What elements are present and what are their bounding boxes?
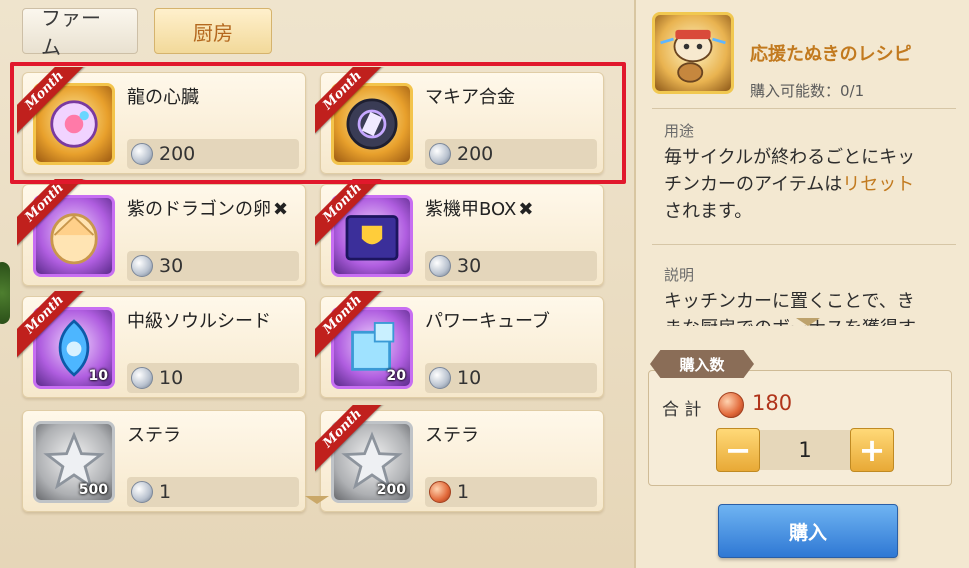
- shop-item-card[interactable]: 500 ステラ 1: [22, 410, 306, 512]
- month-ribbon: Month: [17, 179, 87, 249]
- month-ribbon: Month: [17, 291, 87, 361]
- shop-item-card[interactable]: 10 Month 中級ソウルシード 10: [17, 291, 306, 398]
- recipe-item-thumb: [652, 12, 734, 94]
- shop-screen: ファーム 厨房 Month 龍の心臓 200 Month マキア合金 200 Month 紫の…: [0, 0, 969, 568]
- item-price: 1: [425, 477, 597, 507]
- item-name: 中級ソウルシード: [127, 311, 271, 332]
- month-ribbon: Month: [315, 179, 385, 249]
- tanuki-recipe-icon: [660, 29, 726, 83]
- divider: [652, 244, 956, 245]
- item-name: 紫のドラゴンの卵 ✖: [127, 199, 289, 220]
- scroll-down-icon[interactable]: [305, 496, 329, 504]
- unavailable-mark-icon: ✖: [518, 199, 534, 220]
- selection-highlight: [10, 62, 626, 184]
- recipe-title: 応援たぬきのレシピ: [750, 44, 912, 65]
- silver-coin-icon: [131, 255, 153, 277]
- shop-item-card[interactable]: 20 Month パワーキューブ 10: [315, 291, 604, 398]
- total-label: 合 計: [662, 400, 702, 420]
- silver-coin-icon: [429, 255, 451, 277]
- reset-highlight: リセット: [842, 174, 915, 195]
- copper-coin-icon: [429, 481, 451, 503]
- shop-item-card[interactable]: 200 Month ステラ 1: [315, 405, 604, 512]
- item-price: 1: [127, 477, 299, 507]
- item-name: ステラ: [425, 425, 479, 446]
- copper-coin-icon: [718, 392, 744, 418]
- description-scroll-icon[interactable]: [796, 318, 820, 326]
- total-value: 180: [752, 391, 793, 415]
- shop-item-card[interactable]: Month 紫機甲BOX ✖ 30: [315, 179, 604, 286]
- item-price: 10: [127, 363, 299, 393]
- item-name: ステラ: [127, 425, 181, 446]
- silver-coin-icon: [429, 367, 451, 389]
- quantity-value[interactable]: 1: [760, 430, 850, 470]
- decrease-button[interactable]: −: [716, 428, 760, 472]
- usage-text: 毎サイクルが終わるごとにキッ チンカーのアイテムはリセット されます。: [664, 147, 916, 222]
- unavailable-mark-icon: ✖: [273, 199, 289, 220]
- shop-item-card[interactable]: Month 紫のドラゴンの卵 ✖ 30: [17, 179, 306, 286]
- item-price: 30: [425, 251, 597, 281]
- quantity-label: 購入数: [650, 350, 754, 378]
- silver-coin-icon: [131, 367, 153, 389]
- silver-coin-icon: [131, 481, 153, 503]
- item-name: 紫機甲BOX ✖: [425, 199, 534, 220]
- description-label: 説明: [664, 266, 695, 284]
- purchase-limit: 購入可能数：0/1: [750, 82, 865, 100]
- buy-button[interactable]: 購入: [718, 504, 898, 558]
- item-price: 30: [127, 251, 299, 281]
- item-quantity: 500: [78, 482, 108, 498]
- month-ribbon: Month: [315, 405, 385, 475]
- item-price: 10: [425, 363, 597, 393]
- divider: [652, 108, 956, 109]
- month-ribbon: Month: [315, 291, 385, 361]
- item-quantity: 200: [376, 482, 406, 498]
- usage-label: 用途: [664, 122, 695, 140]
- item-quantity: 10: [88, 368, 108, 384]
- increase-button[interactable]: +: [850, 428, 894, 472]
- item-quantity: 20: [386, 368, 406, 384]
- item-thumb: 500: [33, 421, 115, 503]
- item-name: パワーキューブ: [425, 311, 550, 332]
